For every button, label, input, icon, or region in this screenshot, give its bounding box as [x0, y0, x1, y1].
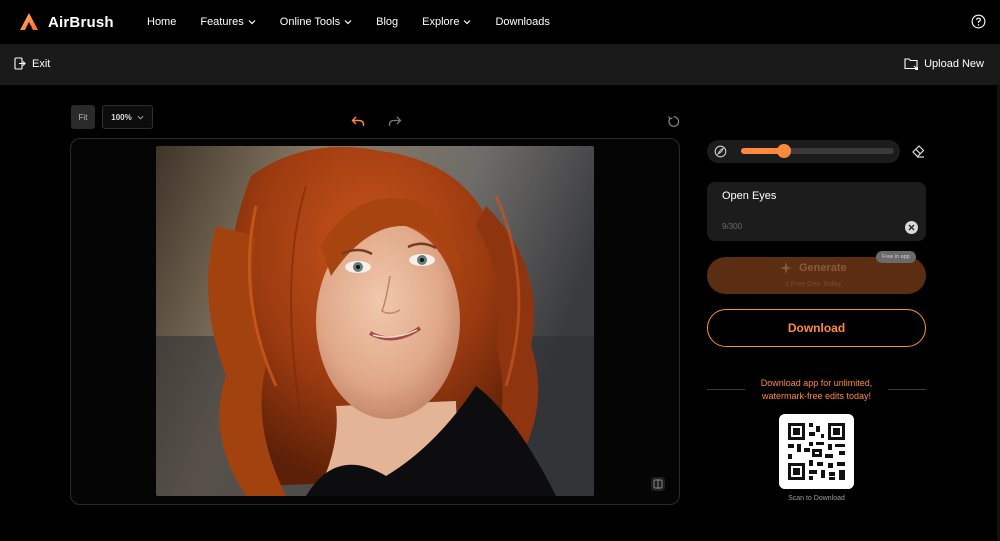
generate-subtext: 1 Free Gen Today: [785, 281, 841, 288]
exit-icon: [14, 57, 26, 70]
nav-label: Online Tools: [279, 16, 341, 28]
exit-button[interactable]: Exit: [14, 57, 50, 70]
nav-label: Explore: [422, 16, 460, 28]
compare-icon[interactable]: [650, 476, 666, 492]
nav-item-home[interactable]: Home: [147, 16, 176, 28]
eraser-icon[interactable]: [911, 144, 925, 158]
reset-icon[interactable]: [667, 115, 680, 128]
brand-name: AirBrush: [48, 13, 114, 31]
airbrush-logo-icon: [20, 13, 38, 30]
chevron-down-icon: [464, 20, 471, 25]
download-button[interactable]: Download: [707, 309, 926, 347]
redo-icon[interactable]: [388, 115, 402, 128]
divider: [888, 389, 926, 390]
nav-menu: Home Features Online Tools Blog Explore …: [147, 0, 574, 44]
generate-label: Generate: [799, 262, 847, 274]
divider: [707, 389, 745, 390]
nav-item-downloads[interactable]: Downloads: [495, 16, 549, 28]
nav-item-features[interactable]: Features: [200, 16, 256, 28]
fit-button[interactable]: Fit: [71, 105, 95, 129]
undo-icon[interactable]: [351, 115, 365, 128]
upload-new-label: Upload New: [924, 57, 984, 70]
brush-icon: [714, 145, 727, 158]
nav-item-explore[interactable]: Explore: [422, 16, 471, 28]
top-nav: AirBrush Home Features Online Tools Blog…: [0, 0, 1000, 44]
free-in-app-badge: Free in app: [876, 251, 916, 263]
chevron-down-icon: [344, 20, 352, 25]
edited-photo[interactable]: [156, 146, 594, 496]
app-promo-text: Download app for unlimited, watermark-fr…: [760, 378, 873, 401]
prompt-char-count: 9/300: [722, 222, 743, 231]
chevron-down-icon: [248, 20, 256, 25]
exit-label: Exit: [32, 57, 51, 70]
generate-label-group: Generate: [779, 261, 847, 275]
qr-code: [779, 414, 854, 489]
nav-item-blog[interactable]: Blog: [376, 16, 398, 28]
help-icon[interactable]: [971, 14, 986, 29]
slider-handle[interactable]: [776, 144, 791, 158]
nav-label: Home: [147, 16, 177, 28]
chevron-down-icon: [137, 115, 144, 120]
sparkle-icon: [780, 262, 792, 274]
clear-prompt-button[interactable]: [905, 221, 918, 234]
zoom-value: 100%: [111, 112, 132, 122]
nav-label: Downloads: [495, 16, 550, 28]
prompt-value[interactable]: Open Eyes: [722, 190, 776, 202]
scan-to-download-label: Scan to Download: [788, 495, 845, 502]
nav-item-online-tools[interactable]: Online Tools: [280, 16, 352, 28]
nav-label: Features: [200, 16, 244, 28]
zoom-select[interactable]: 100%: [102, 105, 153, 129]
logo[interactable]: AirBrush: [18, 11, 114, 33]
nav-label: Blog: [376, 16, 399, 28]
close-icon: [908, 224, 915, 231]
upload-folder-icon: [904, 58, 919, 70]
brush-size-slider[interactable]: [741, 144, 894, 158]
upload-new-button[interactable]: Upload New: [904, 57, 984, 70]
editor-toolbar: Exit Upload New: [0, 44, 1000, 85]
